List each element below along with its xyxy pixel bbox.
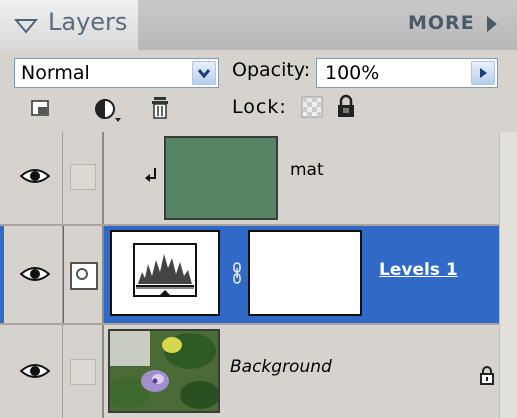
layer-name-levels-1[interactable]: Levels 1 xyxy=(379,260,458,280)
trash-icon[interactable] xyxy=(150,95,170,121)
chevron-down-icon[interactable] xyxy=(192,61,216,85)
opacity-field[interactable]: 100% xyxy=(316,58,498,88)
lock-icon xyxy=(480,366,494,385)
visibility-cell[interactable] xyxy=(4,132,63,224)
layer-name-background[interactable]: Background xyxy=(230,357,332,377)
opacity-slider-arrow-icon[interactable] xyxy=(471,61,495,85)
opacity-value: 100% xyxy=(325,62,380,84)
lock-transparency-icon[interactable] xyxy=(301,96,323,118)
adjustment-layer-icon[interactable] xyxy=(94,97,122,123)
layers-list: mat Levels 1 Background xyxy=(0,132,517,418)
empty-box[interactable] xyxy=(70,164,96,190)
more-button[interactable]: MORE xyxy=(408,12,475,34)
visibility-cell[interactable] xyxy=(4,226,63,323)
link-cell[interactable] xyxy=(64,325,104,418)
layer-row-levels-1[interactable]: Levels 1 xyxy=(0,226,517,323)
collapse-triangle-icon[interactable] xyxy=(14,17,38,35)
opacity-label: Opacity: xyxy=(232,59,311,81)
mask-cell[interactable] xyxy=(64,226,104,323)
layers-scrollbar[interactable] xyxy=(499,132,517,418)
layer-row-mat[interactable]: mat xyxy=(0,132,517,224)
new-layer-icon[interactable] xyxy=(30,98,52,120)
layer-thumbnail-mat[interactable] xyxy=(164,136,278,220)
lock-all-icon[interactable] xyxy=(336,94,356,118)
link-cell[interactable] xyxy=(64,132,104,224)
levels-adjustment-icon[interactable] xyxy=(110,230,220,316)
layer-thumbnail-background[interactable] xyxy=(108,329,220,413)
layer-row-background[interactable]: Background xyxy=(0,325,517,418)
layer-mask-indicator[interactable] xyxy=(70,262,98,290)
empty-box[interactable] xyxy=(70,359,96,385)
more-arrow-icon[interactable] xyxy=(485,13,499,35)
clipping-arrow-icon xyxy=(145,168,156,182)
eye-icon[interactable] xyxy=(20,264,50,284)
visibility-cell[interactable] xyxy=(4,325,63,418)
blend-mode-select[interactable]: Normal xyxy=(14,58,219,88)
blend-mode-value: Normal xyxy=(21,62,90,84)
lock-label: Lock: xyxy=(232,96,287,118)
panel-title: Layers xyxy=(48,8,128,36)
eye-icon[interactable] xyxy=(20,361,50,381)
layer-name-mat[interactable]: mat xyxy=(290,160,324,180)
layer-mask-thumbnail[interactable] xyxy=(248,230,362,316)
eye-icon[interactable] xyxy=(20,166,50,186)
chain-link-icon[interactable] xyxy=(232,262,242,284)
